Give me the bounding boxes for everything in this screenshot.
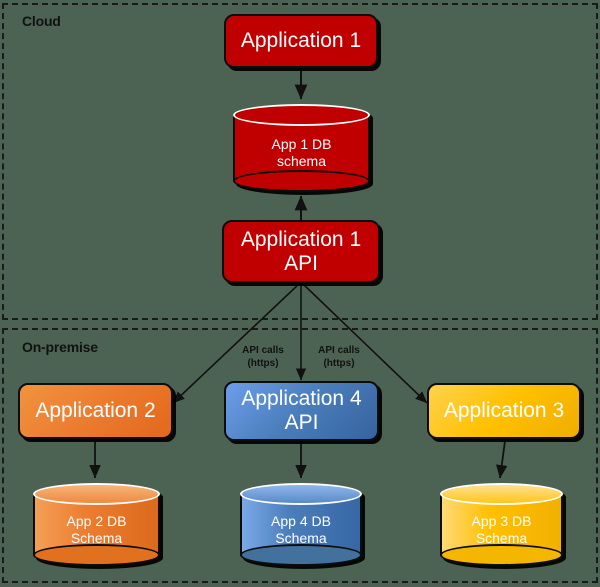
- edge-label-api-calls-right: API calls (https): [308, 345, 370, 370]
- node-app-1-db-schema-line2: schema: [276, 153, 327, 169]
- node-app-3-db-schema-label: App 3 DB Schema: [440, 483, 563, 566]
- node-app-3-db-schema-line1: App 3 DB: [471, 512, 532, 529]
- node-app-3-db-schema[interactable]: App 3 DB Schema: [440, 483, 563, 566]
- edge-label-api-calls-left: API calls (https): [232, 345, 294, 370]
- node-application-4-api[interactable]: Application 4 API: [224, 381, 379, 441]
- edge-label-right-line2: (https): [323, 357, 355, 369]
- node-app-1-db-schema-label: App 1 DB schema: [233, 104, 370, 192]
- diagram-canvas: Cloud On-premise API calls (https) API c…: [0, 0, 600, 587]
- node-application-2-label: Application 2: [35, 399, 156, 423]
- node-app-4-db-schema[interactable]: App 4 DB Schema: [240, 483, 362, 566]
- node-app-4-db-schema-label: App 4 DB Schema: [240, 483, 362, 566]
- node-app-4-db-schema-line1: App 4 DB: [271, 512, 331, 529]
- node-application-1-api-line2: API: [284, 251, 318, 275]
- node-app-1-db-schema[interactable]: App 1 DB schema: [233, 104, 370, 192]
- node-application-4-api-line1: Application 4: [241, 387, 362, 411]
- node-app-1-db-schema-line1: App 1 DB: [271, 136, 332, 153]
- zone-onpremise-label: On-premise: [22, 339, 98, 355]
- node-application-4-api-line2: API: [284, 411, 319, 434]
- node-application-1-label: Application 1: [240, 29, 362, 53]
- node-application-1-api-line1: Application 1: [240, 227, 362, 251]
- edge-label-left-line2: (https): [247, 357, 279, 369]
- node-app-2-db-schema-label: App 2 DB Schema: [33, 483, 160, 566]
- node-app-3-db-schema-line2: Schema: [475, 529, 528, 546]
- node-application-3[interactable]: Application 3: [427, 383, 581, 439]
- node-app-2-db-schema-line1: App 2 DB: [66, 512, 127, 529]
- node-application-1-api[interactable]: Application 1 API: [222, 220, 380, 283]
- node-app-4-db-schema-line2: Schema: [275, 529, 327, 546]
- node-app-2-db-schema[interactable]: App 2 DB Schema: [33, 483, 160, 566]
- edge-label-left-line1: API calls: [242, 345, 284, 356]
- node-app-2-db-schema-line2: Schema: [70, 529, 123, 546]
- edge-label-right-line1: API calls: [318, 345, 360, 356]
- zone-cloud-label: Cloud: [22, 13, 61, 29]
- node-application-2[interactable]: Application 2: [18, 383, 173, 439]
- node-application-3-label: Application 3: [443, 399, 565, 423]
- node-application-1[interactable]: Application 1: [224, 14, 378, 68]
